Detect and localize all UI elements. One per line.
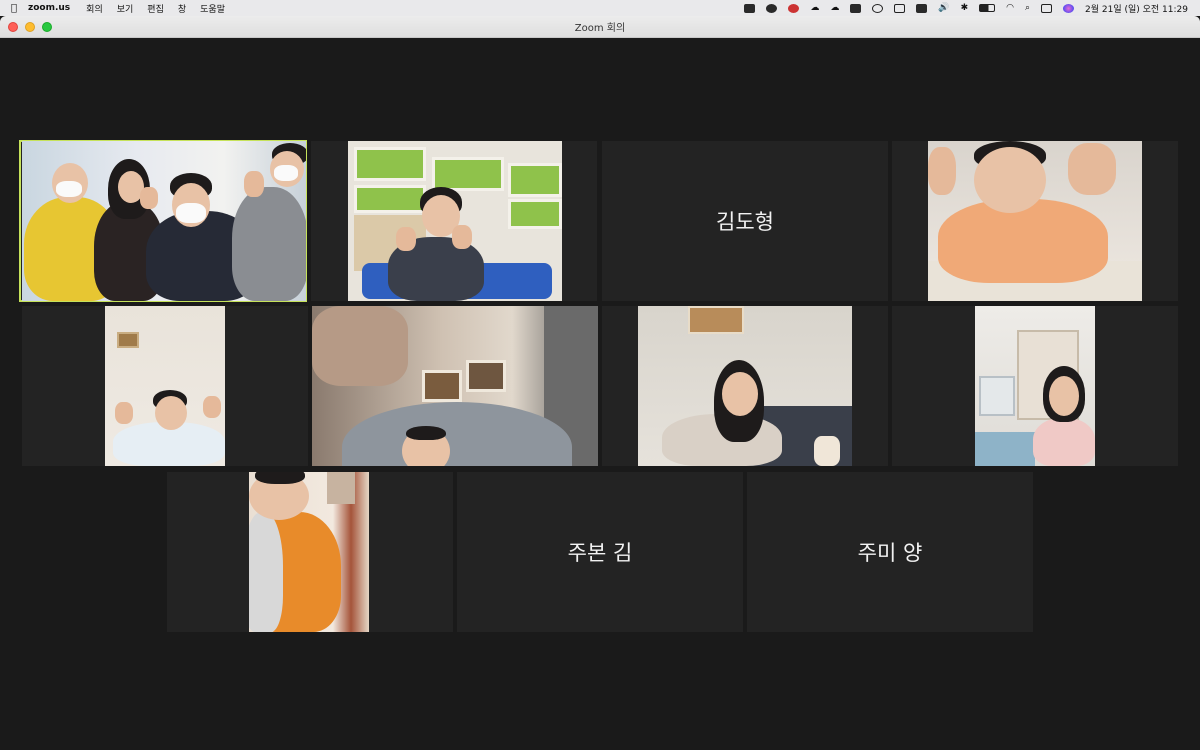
gallery-view: 김도형 주본 김 주미 양 [0, 38, 1200, 750]
video-feed-child-6 [249, 472, 369, 632]
face-mask [274, 165, 298, 181]
waving-hand [140, 187, 158, 209]
wifi-icon[interactable]: ◠ [1006, 3, 1014, 13]
photo-frame [422, 370, 462, 402]
participant-name: 주본 김 [567, 541, 633, 565]
participant-tile-2[interactable]: 주본 김 [457, 472, 743, 632]
waving-hand [452, 225, 472, 249]
child-body [1033, 418, 1095, 466]
blue-cushion [975, 432, 1035, 466]
participant-tile-3[interactable]: 주미 양 [747, 472, 1033, 632]
child-hair [255, 472, 305, 484]
video-tile-child-1[interactable] [311, 141, 597, 301]
video-feed-teachers [22, 141, 306, 301]
grid-app-icon[interactable] [850, 3, 862, 13]
video-feed-baby [312, 306, 598, 466]
menu-window[interactable]: 창 [178, 2, 186, 15]
blurred-hand [312, 306, 408, 386]
video-feed-child-2 [928, 141, 1142, 301]
child-head [155, 396, 187, 430]
video-tile-child-3[interactable] [22, 306, 308, 466]
face-mask [176, 203, 206, 223]
notification-icon[interactable] [788, 3, 800, 13]
menu-app-name[interactable]: zoom.us [28, 3, 70, 13]
child-body [938, 199, 1108, 283]
toy-bin [354, 185, 426, 213]
apple-icon[interactable]:  [0, 3, 28, 14]
battery-icon[interactable] [979, 4, 996, 12]
wall-frame [688, 306, 744, 334]
video-tile-child-5[interactable] [892, 306, 1178, 466]
siri-icon[interactable] [1063, 3, 1075, 13]
record-icon[interactable] [872, 3, 884, 13]
menu-meeting[interactable]: 회의 [86, 2, 103, 15]
child-head [974, 147, 1046, 213]
half-circle-icon[interactable] [766, 3, 778, 13]
waving-hand [115, 402, 133, 424]
menu-view[interactable]: 보기 [117, 2, 134, 15]
baby-hair [406, 426, 446, 440]
video-tile-teachers[interactable] [19, 140, 307, 302]
wall-poster [327, 472, 355, 504]
participant-tile-1[interactable]: 김도형 [602, 141, 888, 301]
child-head [722, 372, 758, 416]
video-tile-child-4[interactable] [602, 306, 888, 466]
volume-icon[interactable]: 🔊 [938, 3, 949, 13]
zoom-window: Zoom 회의 김도형 주본 김 주미 양 [0, 16, 1200, 750]
menu-edit[interactable]: 편집 [147, 2, 164, 15]
cloud-sync-icon[interactable]: ☁ [830, 3, 839, 13]
baby-bouncer [342, 402, 572, 466]
menubar-clock[interactable]: 2월 21일 (일) 오전 11:29 [1085, 2, 1188, 15]
window-title: Zoom 회의 [574, 23, 626, 34]
drawer-unit [979, 376, 1015, 416]
child-head [1049, 376, 1079, 416]
screen-icon[interactable] [894, 3, 906, 13]
participant-name: 김도형 [716, 210, 774, 234]
keyboard-icon[interactable] [916, 3, 928, 13]
waving-hand [1068, 143, 1116, 195]
zoom-status-icon[interactable] [744, 3, 756, 13]
wall-frame [117, 332, 139, 348]
bluetooth-icon[interactable]: ✱ [961, 3, 969, 13]
toy-bin [508, 163, 562, 197]
video-feed-child-1 [348, 141, 562, 301]
cloud-icon[interactable]: ☁ [810, 3, 819, 13]
status-area: ☁ ☁ 🔊 ✱ ◠ ⌕ 2월 21일 (일) 오전 11:29 [744, 2, 1200, 15]
window-titlebar[interactable]: Zoom 회의 [0, 16, 1200, 38]
participant-name: 주미 양 [857, 541, 923, 565]
video-tile-baby[interactable] [312, 306, 598, 466]
macos-menubar:  zoom.us 회의 보기 편집 창 도움말 ☁ ☁ 🔊 ✱ ◠ ⌕ 2월 … [0, 0, 1200, 16]
waving-hand [244, 171, 264, 197]
waving-hand [203, 396, 221, 418]
child-bib [249, 512, 283, 632]
video-feed-child-3 [105, 306, 225, 466]
search-icon[interactable]: ⌕ [1025, 3, 1030, 13]
toy-bin [354, 147, 426, 181]
toy-item [814, 436, 840, 466]
person-grey [232, 187, 306, 301]
video-tile-child-2[interactable] [892, 141, 1178, 301]
video-feed-child-5 [975, 306, 1095, 466]
waving-hand [928, 147, 956, 195]
face-mask [56, 181, 82, 197]
photo-frame [466, 360, 506, 392]
video-feed-child-4 [638, 306, 852, 466]
toy-bin [432, 157, 504, 191]
waving-hand [396, 227, 416, 251]
video-tile-child-6[interactable] [167, 472, 453, 632]
menu-help[interactable]: 도움말 [200, 2, 225, 15]
toy-bin [508, 199, 562, 229]
control-center-icon[interactable] [1041, 3, 1053, 13]
